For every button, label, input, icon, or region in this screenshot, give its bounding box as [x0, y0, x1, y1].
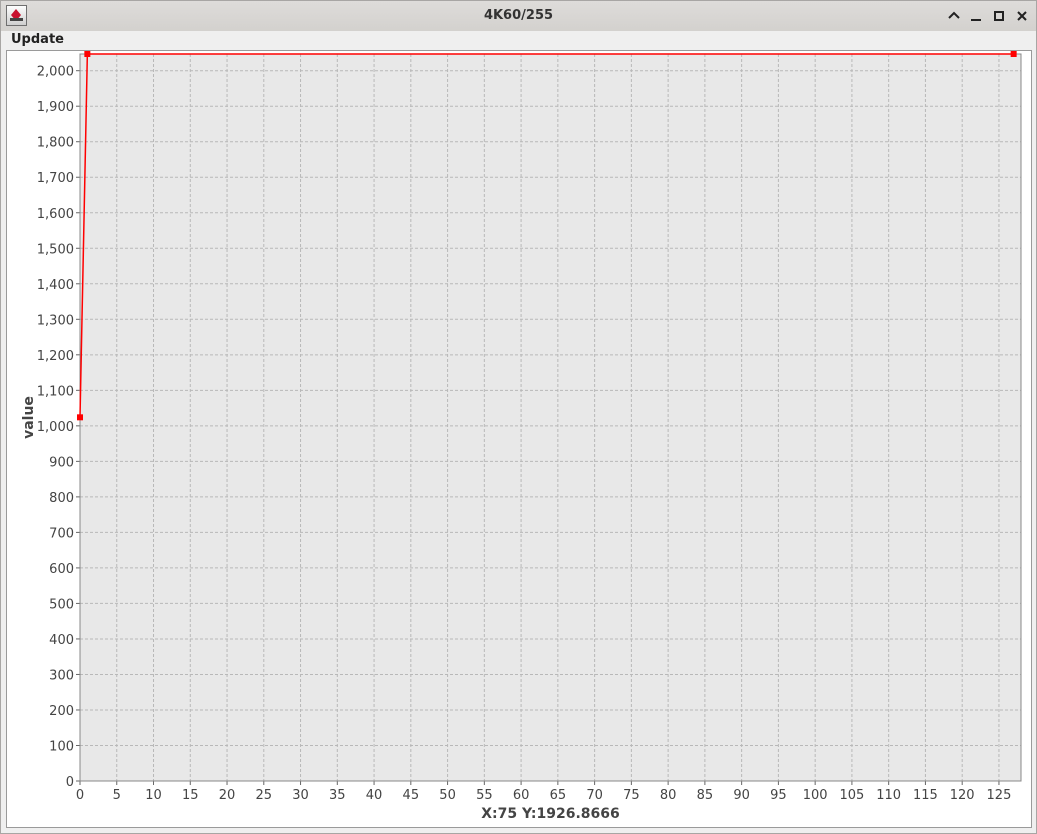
- x-tick-label: 95: [770, 788, 787, 803]
- x-tick-label: 125: [987, 788, 1012, 803]
- x-tick-label: 80: [660, 788, 677, 803]
- y-tick-label: 800: [49, 491, 74, 506]
- y-tick-label: 100: [49, 739, 74, 754]
- y-tick-label: 1,500: [37, 242, 74, 257]
- y-tick-label: 1,300: [37, 313, 74, 328]
- data-point: [77, 414, 83, 421]
- x-tick-label: 75: [623, 788, 640, 803]
- data-point: [84, 51, 91, 57]
- line-chart: 0 5 10 15 20 25 30 35 40 45 50 55 60 65 70 75 80 85 90 95 10…: [21, 51, 1022, 822]
- x-tick-label: 55: [476, 788, 493, 803]
- x-tick-label: 0: [76, 788, 84, 803]
- maximize-icon[interactable]: [990, 7, 1008, 25]
- y-tick-label: 1,000: [37, 420, 74, 435]
- y-tick-label: 200: [49, 704, 74, 719]
- close-icon[interactable]: [1013, 7, 1031, 25]
- y-tick-label: 500: [49, 597, 74, 612]
- y-axis-title: value: [21, 396, 37, 439]
- chart-panel: 0 5 10 15 20 25 30 35 40 45 50 55 60 65 70 75 80 85 90 95 10…: [6, 50, 1032, 828]
- y-tick-label: 1,100: [37, 384, 74, 399]
- x-tick-label: 20: [219, 788, 236, 803]
- x-tick-label: 10: [145, 788, 162, 803]
- x-tick-label: 60: [513, 788, 530, 803]
- window-title: 4K60/255: [483, 8, 554, 23]
- y-tick-label: 1,600: [37, 207, 74, 222]
- y-tick-label: 900: [49, 455, 74, 470]
- x-tick-label: 70: [586, 788, 603, 803]
- plot-area: [80, 54, 1021, 781]
- collapse-icon[interactable]: [945, 7, 963, 25]
- y-tick-label: 1,700: [37, 171, 74, 186]
- x-tick-label: 90: [733, 788, 750, 803]
- menu-bar: Update: [1, 31, 1036, 49]
- y-tick-label: 0: [66, 775, 74, 790]
- x-tick-label: 35: [329, 788, 346, 803]
- x-tick-label: 15: [182, 788, 199, 803]
- minimize-icon[interactable]: [967, 7, 985, 25]
- x-tick-label: 105: [840, 788, 865, 803]
- x-tick-label: 100: [803, 788, 828, 803]
- y-tick-label: 1,900: [37, 100, 74, 115]
- x-tick-label: 30: [292, 788, 309, 803]
- x-tick-label: 85: [697, 788, 714, 803]
- data-point: [1010, 51, 1017, 57]
- x-tick-label: 110: [876, 788, 901, 803]
- y-tick-label: 2,000: [37, 65, 74, 80]
- x-axis-title: X:75 Y:1926.8666: [481, 806, 620, 822]
- x-tick-label: 50: [439, 788, 456, 803]
- y-tick-label: 1,400: [37, 278, 74, 293]
- y-tick-label: 300: [49, 668, 74, 683]
- y-tick-label: 400: [49, 633, 74, 648]
- x-tick-label: 40: [366, 788, 383, 803]
- x-tick-label: 115: [913, 788, 938, 803]
- y-tick-label: 600: [49, 562, 74, 577]
- x-tick-label: 45: [403, 788, 420, 803]
- x-tick-label: 120: [950, 788, 975, 803]
- y-tick-label: 700: [49, 526, 74, 541]
- title-bar[interactable]: 4K60/255: [1, 1, 1036, 32]
- menu-update[interactable]: Update: [11, 32, 64, 47]
- x-tick-label: 25: [256, 788, 273, 803]
- x-tick-label: 5: [113, 788, 121, 803]
- app-window: 4K60/255 Update 0 5 10 15 20 25 30 35 40 45 50 55 60…: [0, 0, 1037, 834]
- x-tick-label: 65: [550, 788, 567, 803]
- y-tick-label: 1,800: [37, 136, 74, 151]
- y-tick-label: 1,200: [37, 349, 74, 364]
